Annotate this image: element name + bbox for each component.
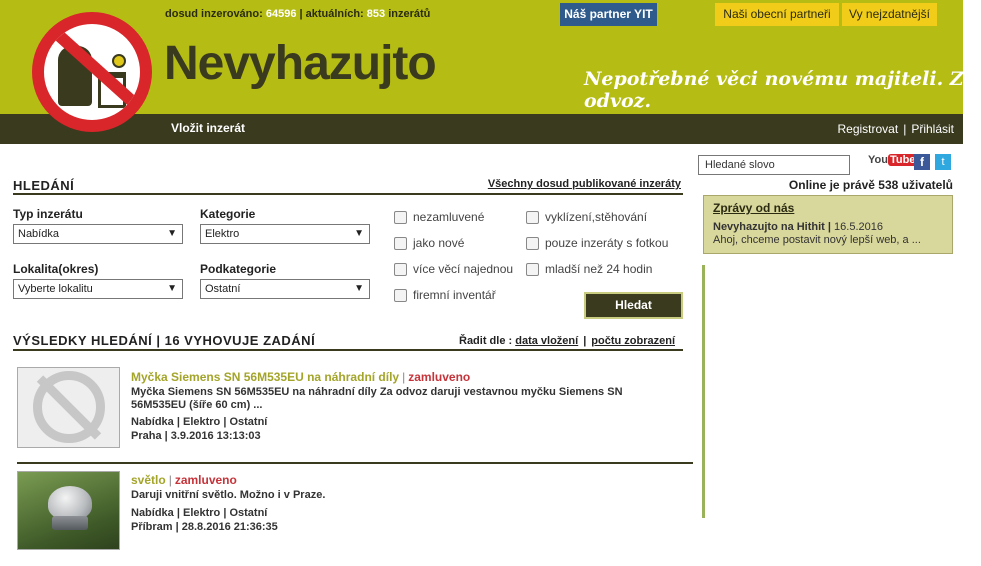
- result-title[interactable]: Myčka Siemens SN 56M535EU na náhradní dí…: [131, 370, 470, 384]
- news-headline[interactable]: Nevyhazujto na Hithit | 16.5.2016: [713, 221, 883, 233]
- youtube-icon[interactable]: You Tube: [868, 154, 918, 172]
- lamp-globe: [48, 486, 92, 520]
- search-section-title: HLEDÁNÍ: [13, 178, 75, 193]
- checkbox-label: jako nové: [413, 236, 465, 250]
- result-category-path: Nabídka | Elektro | Ostatní: [131, 416, 268, 428]
- checkbox-like-new[interactable]: jako nové: [394, 236, 464, 250]
- status-badge: zamluveno: [408, 370, 471, 384]
- header-nav-bar: [0, 114, 963, 144]
- online-users: Online je právě 538 uživatelů: [788, 178, 953, 192]
- checkbox-box[interactable]: [526, 236, 539, 250]
- results-divider: [13, 349, 683, 351]
- locality-label: Lokalita(okres): [13, 262, 99, 276]
- site-slogan: Nepotřebné věci novému majiteli. Za odvo…: [584, 68, 976, 112]
- sort-separator: |: [583, 335, 587, 347]
- logo-icon[interactable]: [32, 12, 152, 132]
- checkbox-label: mladší než 24 hodin: [545, 262, 653, 276]
- result-description: Myčka Siemens SN 56M535EU na náhradní dí…: [131, 386, 623, 411]
- checkbox-box[interactable]: [526, 262, 539, 276]
- keyword-search-input[interactable]: Hledané slovo: [698, 155, 850, 175]
- stats-total: 64596: [265, 8, 297, 20]
- checkbox-box[interactable]: [394, 262, 407, 276]
- all-ads-link[interactable]: Všechny dosud publikované inzeráty: [488, 178, 681, 190]
- subcategory-select-value: Ostatní: [205, 283, 241, 295]
- result-title[interactable]: světlo | zamluveno: [131, 473, 237, 487]
- twitter-icon[interactable]: t: [935, 154, 951, 170]
- stats-current: 853: [366, 8, 386, 20]
- type-select-value: Nabídka: [18, 228, 59, 240]
- content-vertical-divider: [702, 265, 705, 518]
- municipal-partners-button[interactable]: Naši obecní partneři: [715, 3, 839, 26]
- result-description: Daruji vnitřní světlo. Možno i v Praze.: [131, 489, 326, 501]
- news-date: 16.5.2016: [834, 221, 883, 233]
- no-image-thumbnail[interactable]: [17, 367, 120, 448]
- locality-select[interactable]: Vyberte lokalitu ▼: [13, 279, 183, 299]
- checkbox-box[interactable]: [394, 288, 407, 302]
- sort-by-date-link[interactable]: data vložení: [515, 335, 578, 347]
- checkbox-unreserved[interactable]: nezamluvené: [394, 210, 484, 224]
- result-category-path: Nabídka | Elektro | Ostatní: [131, 507, 268, 519]
- subcategory-select[interactable]: Ostatní ▼: [200, 279, 370, 299]
- search-button[interactable]: Hledat: [584, 292, 683, 319]
- results-title: VÝSLEDKY HLEDÁNÍ | 16 VYHOVUJE ZADÁNÍ: [13, 333, 316, 348]
- type-select[interactable]: Nabídka ▼: [13, 224, 183, 244]
- result-title-text[interactable]: Myčka Siemens SN 56M535EU na náhradní dí…: [131, 370, 399, 384]
- result-divider: [17, 462, 693, 464]
- insert-ad-link[interactable]: Vložit inzerát: [171, 121, 245, 135]
- chevron-down-icon: ▼: [354, 283, 364, 294]
- category-select-value: Elektro: [205, 228, 240, 240]
- auth-links: Registrovat | Přihlásit: [837, 122, 954, 136]
- facebook-icon[interactable]: f: [914, 154, 930, 170]
- ads-stats: dosud inzerováno: 64596 | aktuálních: 85…: [165, 8, 430, 20]
- checkbox-label: pouze inzeráty s fotkou: [545, 236, 669, 250]
- stats-prefix: dosud inzerováno:: [165, 8, 263, 20]
- news-box: Zprávy od nás Nevyhazujto na Hithit | 16…: [703, 195, 953, 254]
- checkbox-label: více věcí najednou: [413, 262, 514, 276]
- title-separator: |: [402, 370, 406, 384]
- chevron-down-icon: ▼: [167, 228, 177, 239]
- sort-label: Řadit dle :: [459, 335, 513, 347]
- stats-suffix: inzerátů: [388, 8, 431, 20]
- result-location-date: Praha | 3.9.2016 13:13:03: [131, 430, 261, 442]
- subcategory-label: Podkategorie: [200, 262, 277, 276]
- partner-yit-button[interactable]: Náš partner YIT: [560, 3, 657, 26]
- stats-mid: | aktuálních:: [299, 8, 364, 20]
- login-link[interactable]: Přihlásit: [911, 122, 954, 136]
- locality-select-value: Vyberte lokalitu: [18, 283, 93, 295]
- checkbox-label: vyklízení,stěhování: [545, 210, 648, 224]
- checkbox-label: firemní inventář: [413, 288, 496, 302]
- result-location-date: Příbram | 28.8.2016 21:36:35: [131, 521, 278, 533]
- category-select[interactable]: Elektro ▼: [200, 224, 370, 244]
- news-headline-text[interactable]: Nevyhazujto na Hithit: [713, 221, 825, 233]
- news-title-link[interactable]: Zprávy od nás: [713, 201, 794, 215]
- checkbox-photo-only[interactable]: pouze inzeráty s fotkou: [526, 236, 668, 250]
- checkbox-company-inventory[interactable]: firemní inventář: [394, 288, 496, 302]
- auth-separator: |: [903, 122, 907, 136]
- checkbox-box[interactable]: [394, 210, 407, 224]
- lamp-base: [52, 516, 88, 530]
- checkbox-label: nezamluvené: [413, 210, 485, 224]
- register-link[interactable]: Registrovat: [837, 122, 898, 136]
- sort-options: Řadit dle : data vložení | počtu zobrazení: [459, 335, 675, 347]
- most-active-button[interactable]: Vy nejzdatnější: [842, 3, 937, 26]
- sort-by-views-link[interactable]: počtu zobrazení: [591, 335, 675, 347]
- youtube-you: You: [868, 154, 888, 166]
- site-title[interactable]: Nevyhazujto: [164, 36, 437, 91]
- result-title-text[interactable]: světlo: [131, 473, 166, 487]
- checkbox-clearing[interactable]: vyklízení,stěhování: [526, 210, 647, 224]
- checkbox-multiple-items[interactable]: více věcí najednou: [394, 262, 513, 276]
- checkbox-box[interactable]: [526, 210, 539, 224]
- type-label: Typ inzerátu: [13, 207, 83, 221]
- title-separator: |: [168, 473, 172, 487]
- logo-item: [112, 54, 126, 68]
- chevron-down-icon: ▼: [354, 228, 364, 239]
- checkbox-box[interactable]: [394, 236, 407, 250]
- chevron-down-icon: ▼: [167, 283, 177, 294]
- status-badge: zamluveno: [174, 473, 237, 487]
- news-snippet: Ahoj, chceme postavit nový lepší web, a …: [713, 234, 921, 246]
- lamp-photo-thumbnail[interactable]: [17, 471, 120, 550]
- search-divider: [13, 193, 683, 195]
- category-label: Kategorie: [200, 207, 256, 221]
- checkbox-last-24h[interactable]: mladší než 24 hodin: [526, 262, 652, 276]
